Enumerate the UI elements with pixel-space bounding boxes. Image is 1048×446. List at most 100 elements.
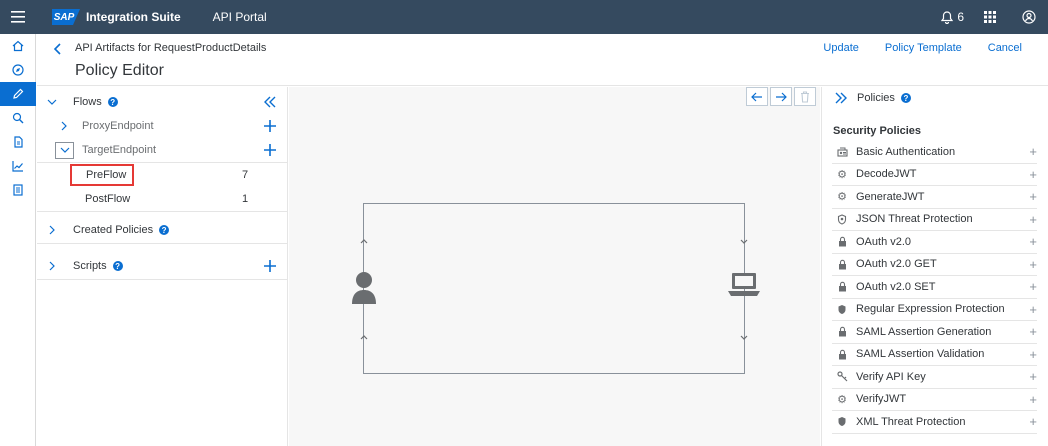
develop-pencil-icon[interactable]	[0, 82, 36, 106]
gear-icon: ⚙	[837, 191, 847, 204]
notification-count: 6	[957, 10, 964, 24]
notifications-button[interactable]: 6	[935, 0, 970, 34]
lock-icon	[834, 236, 850, 247]
search-configure-icon[interactable]	[0, 106, 36, 130]
user-avatar-icon[interactable]	[1010, 0, 1048, 34]
policies-panel: Policies ? Security Policies Basic Authe…	[821, 87, 1048, 446]
flows-title: Flows	[73, 96, 102, 108]
help-icon[interactable]: ?	[107, 97, 118, 107]
policy-item[interactable]: OAuth v2.0 SET +	[832, 276, 1037, 299]
target-endpoint-row[interactable]: TargetEndpoint	[37, 138, 288, 162]
flow-diagram	[352, 203, 760, 374]
chevron-down-icon[interactable]	[55, 141, 74, 159]
target-endpoint-label: TargetEndpoint	[82, 144, 156, 156]
postflow-label: PostFlow	[85, 193, 131, 205]
scripts-row[interactable]: Scripts ?	[37, 254, 288, 278]
add-policy-icon[interactable]: +	[1029, 258, 1037, 271]
policy-item[interactable]: Basic Authentication +	[832, 141, 1037, 164]
compass-icon[interactable]	[0, 58, 36, 82]
preflow-count: 7	[242, 169, 249, 181]
policy-list: Basic Authentication + ⚙ DecodeJWT + ⚙ G…	[832, 141, 1037, 434]
policy-item[interactable]: SAML Assertion Generation +	[832, 321, 1037, 344]
chevron-right-icon	[49, 261, 55, 271]
left-navigation	[0, 34, 36, 446]
apps-grid-icon[interactable]	[970, 0, 1010, 34]
policy-item[interactable]: Regular Expression Protection +	[832, 299, 1037, 321]
lock-icon	[834, 349, 850, 360]
add-policy-icon[interactable]: +	[1029, 393, 1037, 406]
policy-item[interactable]: XML Threat Protection +	[832, 411, 1037, 434]
menu-icon[interactable]	[0, 0, 36, 34]
preflow-row[interactable]: PreFlow 7	[37, 163, 288, 187]
analytics-icon[interactable]	[0, 154, 36, 178]
add-policy-icon[interactable]: +	[1029, 370, 1037, 383]
gear-icon: ⚙	[837, 168, 847, 181]
client-person-icon	[352, 272, 376, 304]
created-policies-label: Created Policies	[73, 224, 154, 236]
server-laptop-icon	[728, 273, 760, 296]
flows-panel: Flows ? ProxyEndpoint TargetEndpoint Pre…	[37, 87, 288, 446]
created-policies-row[interactable]: Created Policies ?	[37, 218, 288, 242]
proxy-endpoint-label: ProxyEndpoint	[82, 120, 154, 132]
add-policy-icon[interactable]: +	[1029, 213, 1037, 226]
add-script-icon[interactable]	[264, 260, 276, 272]
policy-item[interactable]: ⚙ DecodeJWT +	[832, 164, 1037, 186]
preflow-label: PreFlow	[86, 169, 127, 181]
add-policy-icon[interactable]: +	[1029, 235, 1037, 248]
proxy-endpoint-row[interactable]: ProxyEndpoint	[37, 114, 288, 138]
flows-header[interactable]: Flows ?	[37, 90, 288, 114]
shell-bar: SAP Integration Suite API Portal 6	[0, 0, 1048, 34]
chevron-right-icon	[49, 225, 55, 235]
policy-item[interactable]: JSON Threat Protection +	[832, 209, 1037, 231]
chevron-right-icon	[61, 121, 67, 131]
back-chevron-icon[interactable]	[51, 42, 65, 56]
add-policy-icon[interactable]: +	[1029, 145, 1037, 158]
policy-item[interactable]: SAML Assertion Validation +	[832, 344, 1037, 366]
policy-item[interactable]: OAuth v2.0 +	[832, 231, 1037, 254]
postflow-row[interactable]: PostFlow 1	[37, 187, 288, 211]
home-icon[interactable]	[0, 34, 36, 58]
policy-item[interactable]: OAuth v2.0 GET +	[832, 254, 1037, 276]
shield-icon	[834, 416, 850, 427]
security-policies-title: Security Policies	[833, 125, 922, 137]
policies-header[interactable]: Policies ?	[822, 87, 1048, 109]
breadcrumb[interactable]: API Artifacts for RequestProductDetails	[75, 42, 266, 54]
add-policy-icon[interactable]: +	[1029, 325, 1037, 338]
add-target-endpoint-icon[interactable]	[264, 144, 276, 156]
add-policy-icon[interactable]: +	[1029, 348, 1037, 361]
shield-icon	[834, 214, 850, 225]
sap-logo[interactable]: SAP	[52, 9, 80, 25]
add-policy-icon[interactable]: +	[1029, 168, 1037, 181]
scripts-label: Scripts	[73, 260, 107, 272]
help-icon[interactable]: ?	[112, 261, 123, 271]
key-icon	[834, 371, 850, 382]
add-policy-icon[interactable]: +	[1029, 415, 1037, 428]
update-button[interactable]: Update	[823, 42, 858, 54]
add-policy-icon[interactable]: +	[1029, 190, 1037, 203]
shield-icon	[834, 304, 850, 315]
help-icon[interactable]: ?	[900, 93, 911, 103]
policy-item[interactable]: ⚙ VerifyJWT +	[832, 389, 1037, 411]
add-proxy-endpoint-icon[interactable]	[264, 120, 276, 132]
add-policy-icon[interactable]: +	[1029, 303, 1037, 316]
help-icon[interactable]: ?	[159, 225, 170, 235]
product-title: Integration Suite	[86, 10, 181, 24]
preflow-highlight: PreFlow	[70, 164, 134, 186]
flow-canvas[interactable]	[289, 87, 820, 446]
policies-title: Policies	[857, 92, 895, 104]
add-policy-icon[interactable]: +	[1029, 280, 1037, 293]
catalog-icon[interactable]	[0, 178, 36, 202]
postflow-count: 1	[242, 193, 249, 205]
expand-double-chevron-icon[interactable]	[835, 92, 847, 104]
cancel-button[interactable]: Cancel	[988, 42, 1022, 54]
document-icon[interactable]	[0, 130, 36, 154]
collapse-double-chevron-icon[interactable]	[264, 96, 276, 108]
lock-icon	[834, 281, 850, 292]
policy-item[interactable]: Verify API Key +	[832, 366, 1037, 389]
policy-item[interactable]: ⚙ GenerateJWT +	[832, 186, 1037, 209]
gear-icon: ⚙	[837, 393, 847, 406]
lock-icon	[834, 326, 850, 337]
chevron-down-icon	[47, 99, 57, 105]
lock-icon	[834, 259, 850, 270]
policy-template-button[interactable]: Policy Template	[885, 42, 962, 54]
